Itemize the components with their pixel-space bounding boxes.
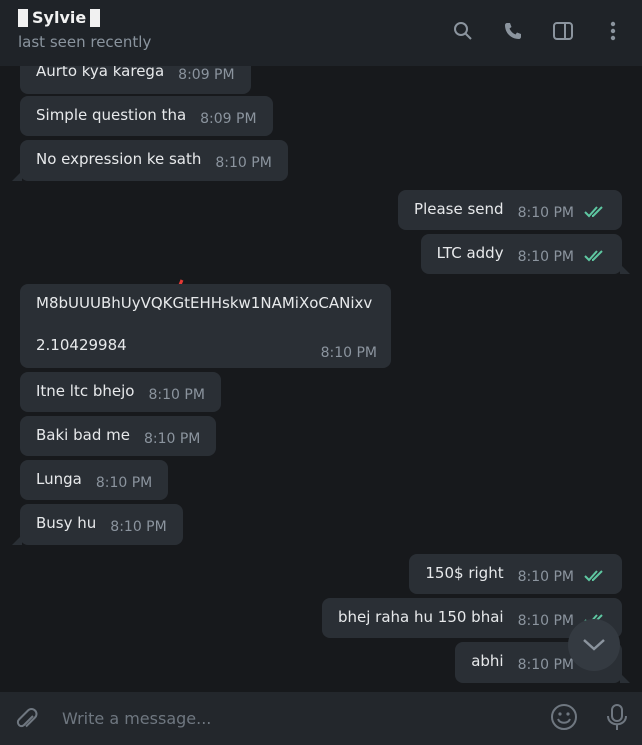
phone-icon[interactable] [502,20,524,42]
microphone-icon[interactable] [606,703,628,735]
message-text: bhej raha hu 150 bhai [337,608,504,626]
message-time: 8:10 PM [148,387,205,403]
message-text: 150$ right [425,564,504,582]
message-text: Busy hu [36,514,97,532]
message-bubble-in[interactable]: Baki bad me 8:10 PM [20,416,217,456]
message-time: 8:10 PM [517,657,574,673]
search-icon[interactable] [452,20,474,42]
message-bubble-in[interactable]: No expression ke sath 8:10 PM [12,140,288,181]
chevron-down-icon [583,639,605,651]
chat-header: Sylvie last seen recently [0,0,642,66]
message-bubble-in[interactable]: Itne ltc bhejo 8:10 PM [20,372,221,412]
message-time: 8:10 PM [320,344,377,361]
message-bubble-in[interactable]: Lunga 8:10 PM [20,460,169,500]
chat-title[interactable]: Sylvie [32,8,86,27]
message-time: 8:10 PM [143,431,201,447]
more-vertical-icon[interactable] [602,20,624,42]
message-time: 8:10 PM [95,475,153,491]
read-check-icon [584,248,606,268]
message-bubble-in[interactable]: Aurto kya karega 8:09 PM [20,66,251,94]
attach-icon[interactable] [14,704,40,734]
message-bubble-out[interactable]: 150$ right 8:10 PM [409,554,622,594]
message-text: abhi [471,652,504,670]
message-text: Itne ltc bhejo [36,382,135,400]
message-time: 8:10 PM [215,155,272,171]
message-time: 8:10 PM [517,613,574,629]
message-bubble-out[interactable]: LTC addy 8:10 PM [420,234,630,274]
message-list[interactable]: Aurto kya karega 8:09 PM Simple question … [0,66,642,692]
message-text: No expression ke sath [36,150,202,168]
read-check-icon [584,568,606,588]
message-input[interactable] [60,697,550,740]
redaction-block [18,8,28,27]
message-composer [0,692,642,745]
chat-window: Sylvie last seen recently Aurto kya kare… [0,0,642,745]
message-text: Lunga [36,470,82,488]
message-time: 8:09 PM [178,67,235,83]
scroll-to-bottom-button[interactable] [568,619,620,671]
message-text: Aurto kya karega [36,66,165,80]
message-time: 8:10 PM [517,249,574,265]
redaction-block [90,8,101,27]
sidebar-toggle-icon[interactable] [552,20,574,42]
message-time: 8:10 PM [110,519,167,535]
message-bubble-out[interactable]: Please send 8:10 PM [398,190,622,230]
message-text: Simple question tha [36,106,187,124]
message-text: M8bUUUBhUyVQKGtEHHskw1NAMiXoCANixv [36,294,373,312]
read-check-icon [584,204,606,224]
message-time: 8:10 PM [517,569,574,585]
message-bubble-in[interactable]: M8bUUUBhUyVQKGtEHHskw1NAMiXoCANixv 2.104… [20,284,391,368]
message-text: Please send [414,200,504,218]
message-time: 8:10 PM [517,205,574,221]
message-bubble-in[interactable]: Busy hu 8:10 PM [12,504,183,545]
message-text: Baki bad me [36,426,130,444]
message-bubble-in[interactable]: Simple question tha 8:09 PM [20,96,273,136]
emoji-icon[interactable] [550,703,578,735]
message-text: LTC addy [436,244,504,262]
message-time: 8:09 PM [200,111,257,127]
